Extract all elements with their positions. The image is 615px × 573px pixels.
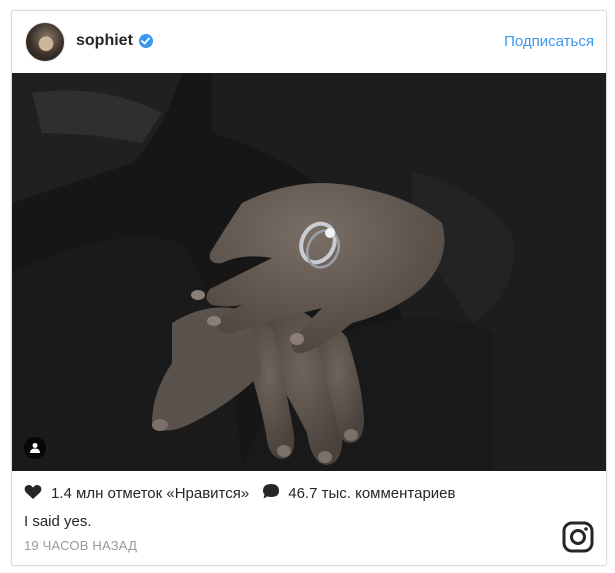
post-photo[interactable] bbox=[12, 73, 606, 471]
likes-count[interactable]: 1.4 млн отметок «Нравится» bbox=[51, 485, 249, 502]
follow-button[interactable]: Подписаться bbox=[504, 33, 594, 50]
post-header: sophiet Подписаться bbox=[12, 11, 606, 73]
heart-icon[interactable] bbox=[24, 484, 42, 504]
photo-illustration bbox=[12, 73, 606, 471]
avatar[interactable] bbox=[25, 22, 65, 62]
post-timestamp[interactable]: 19 ЧАСОВ НАЗАД bbox=[24, 538, 137, 553]
verified-badge-icon bbox=[138, 34, 153, 48]
comments-count[interactable]: 46.7 тыс. комментариев bbox=[288, 485, 455, 502]
instagram-embed-card: sophiet Подписаться 1.4 млн отметок «Нра… bbox=[11, 10, 607, 566]
comment-icon[interactable] bbox=[262, 483, 280, 504]
post-stats: 1.4 млн отметок «Нравится» 46.7 тыс. ком… bbox=[24, 483, 455, 504]
post-caption: I said yes. bbox=[24, 513, 92, 530]
author-row: sophiet bbox=[76, 32, 153, 50]
user-tag-icon[interactable] bbox=[24, 437, 46, 459]
instagram-logo-icon[interactable] bbox=[562, 521, 594, 553]
username[interactable]: sophiet bbox=[76, 32, 133, 50]
